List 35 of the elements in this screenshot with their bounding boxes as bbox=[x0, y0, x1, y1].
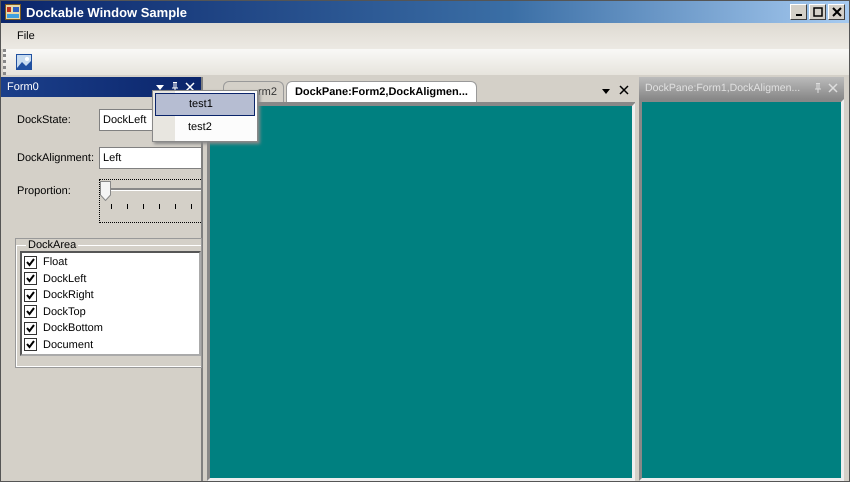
document-tab[interactable]: DockPane:Form2,DockAligmen... bbox=[286, 81, 477, 102]
pane-title: DockPane:Form1,DockAligmen... bbox=[645, 82, 802, 94]
close-icon bbox=[832, 7, 842, 17]
checkbox-label: DockLeft bbox=[43, 272, 86, 285]
pane-title: Form0 bbox=[7, 81, 40, 93]
image-icon[interactable] bbox=[16, 54, 32, 70]
close-icon[interactable] bbox=[619, 85, 629, 95]
field-label: DockAlignment: bbox=[17, 152, 96, 164]
minimize-icon bbox=[796, 14, 802, 16]
checkbox-label: DockRight bbox=[43, 289, 94, 302]
maximize-icon bbox=[812, 7, 822, 17]
app-icon bbox=[5, 4, 21, 20]
checkbox[interactable] bbox=[24, 338, 37, 352]
slider-thumb[interactable] bbox=[100, 181, 111, 201]
field-label: Proportion: bbox=[17, 185, 72, 197]
checkbox-label: Float bbox=[43, 256, 68, 268]
checkbox[interactable] bbox=[24, 272, 37, 286]
window-title: Dockable Window Sample bbox=[26, 4, 187, 20]
checkbox[interactable] bbox=[24, 305, 37, 318]
minimize-button[interactable] bbox=[790, 4, 807, 20]
group-title: DockArea bbox=[27, 239, 78, 251]
input-field[interactable]: Left bbox=[99, 147, 201, 169]
close-button[interactable] bbox=[828, 4, 845, 20]
dropdown-icon[interactable] bbox=[601, 87, 611, 95]
menu-item[interactable]: File bbox=[11, 30, 41, 42]
proportion-slider[interactable] bbox=[99, 179, 201, 223]
menu-item[interactable]: test1 bbox=[155, 93, 255, 116]
checkbox[interactable] bbox=[24, 322, 37, 335]
checkbox[interactable] bbox=[24, 256, 37, 269]
checkbox-label: DockTop bbox=[43, 306, 86, 318]
checkbox-label: Document bbox=[43, 338, 94, 351]
field-label: DockState: bbox=[17, 114, 72, 126]
checkbox-label: DockBottom bbox=[43, 322, 103, 334]
checkbox[interactable] bbox=[24, 288, 37, 302]
maximize-button[interactable] bbox=[809, 4, 826, 20]
